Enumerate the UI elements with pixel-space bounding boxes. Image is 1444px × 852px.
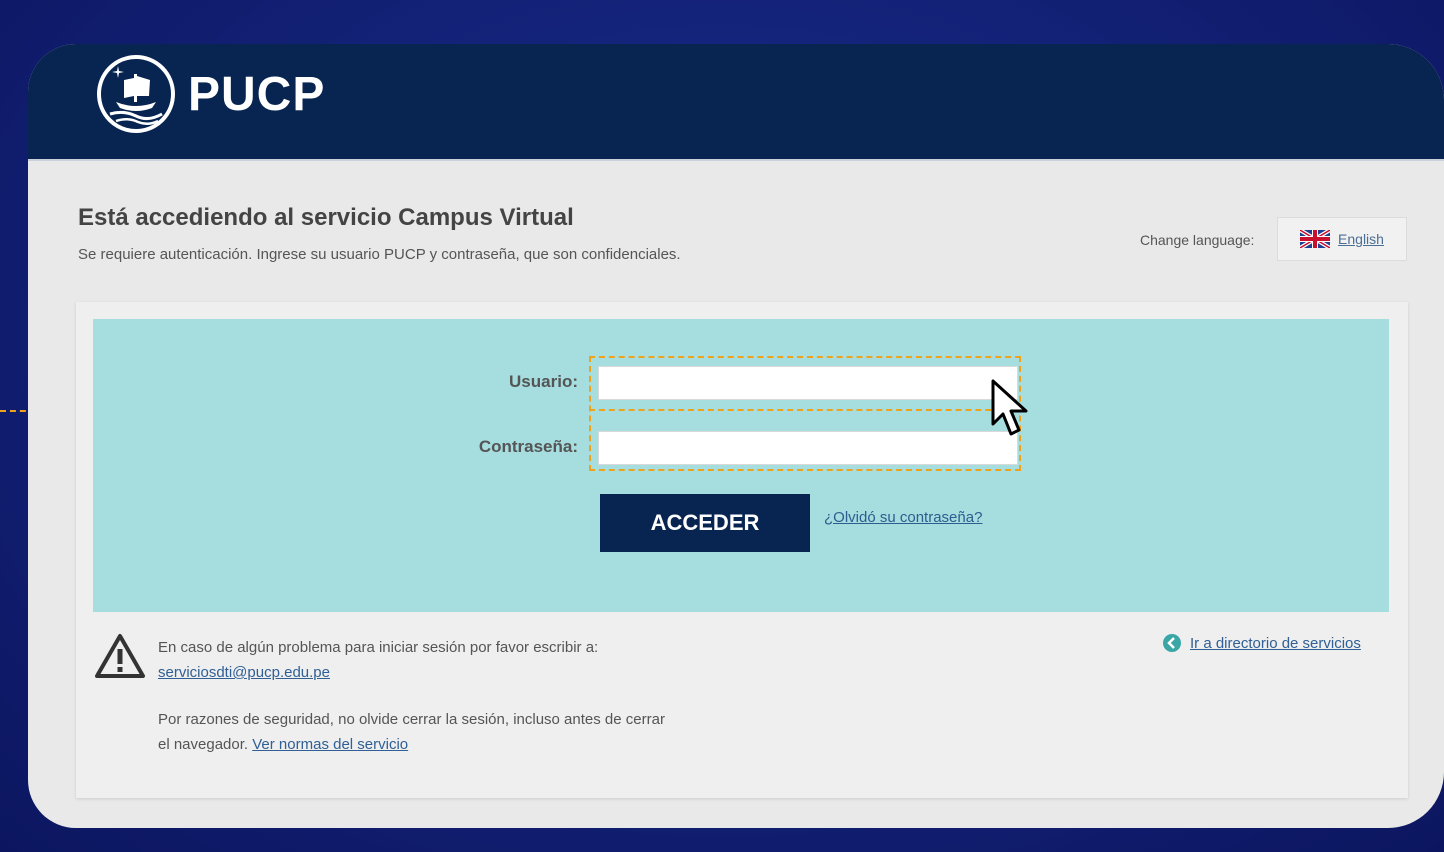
uk-flag-icon bbox=[1300, 230, 1331, 248]
services-directory-link[interactable]: Ir a directorio de servicios bbox=[1162, 633, 1361, 653]
username-input[interactable] bbox=[598, 366, 1018, 400]
page-subtitle: Se requiere autenticación. Ingrese su us… bbox=[78, 246, 681, 263]
warning-icon bbox=[95, 634, 145, 678]
acceder-button[interactable]: ACCEDER bbox=[600, 494, 810, 552]
security-message: Por razones de seguridad, no olvide cerr… bbox=[158, 711, 665, 753]
problem-message: En caso de algún problema para iniciar s… bbox=[158, 639, 599, 656]
login-problem-text: En caso de algún problema para iniciar s… bbox=[158, 635, 678, 685]
login-form: Usuario: Contraseña: ACCEDER ¿Olvidó su … bbox=[93, 319, 1389, 612]
service-rules-link[interactable]: Ver normas del servicio bbox=[252, 736, 408, 753]
browser-frame: PUCP Está accediendo al servicio Campus … bbox=[28, 44, 1444, 828]
language-button[interactable]: English bbox=[1277, 217, 1407, 261]
english-link[interactable]: English bbox=[1338, 231, 1384, 247]
pucp-logo[interactable]: PUCP bbox=[94, 52, 325, 136]
password-label: Contraseña: bbox=[478, 437, 578, 456]
arrow-circle-icon bbox=[1163, 634, 1181, 652]
brand-name: PUCP bbox=[188, 67, 326, 121]
password-input[interactable] bbox=[598, 431, 1018, 465]
page-title: Está accediendo al servicio Campus Virtu… bbox=[78, 204, 574, 231]
security-notice: Por razones de seguridad, no olvide cerr… bbox=[158, 707, 678, 757]
forgot-password-link[interactable]: ¿Olvidó su contraseña? bbox=[824, 509, 982, 526]
mouse-pointer-icon bbox=[991, 379, 1028, 436]
header-bar: PUCP bbox=[28, 44, 1444, 161]
change-language-label: Change language: bbox=[1140, 232, 1255, 248]
username-label: Usuario: bbox=[509, 372, 578, 391]
ship-emblem-icon bbox=[97, 55, 175, 133]
login-panel: Usuario: Contraseña: ACCEDER ¿Olvidó su … bbox=[76, 302, 1408, 798]
directory-link-label: Ir a directorio de servicios bbox=[1190, 634, 1361, 652]
support-email-link[interactable]: serviciosdti@pucp.edu.pe bbox=[158, 664, 330, 681]
fields-highlight-divider bbox=[589, 409, 1021, 411]
